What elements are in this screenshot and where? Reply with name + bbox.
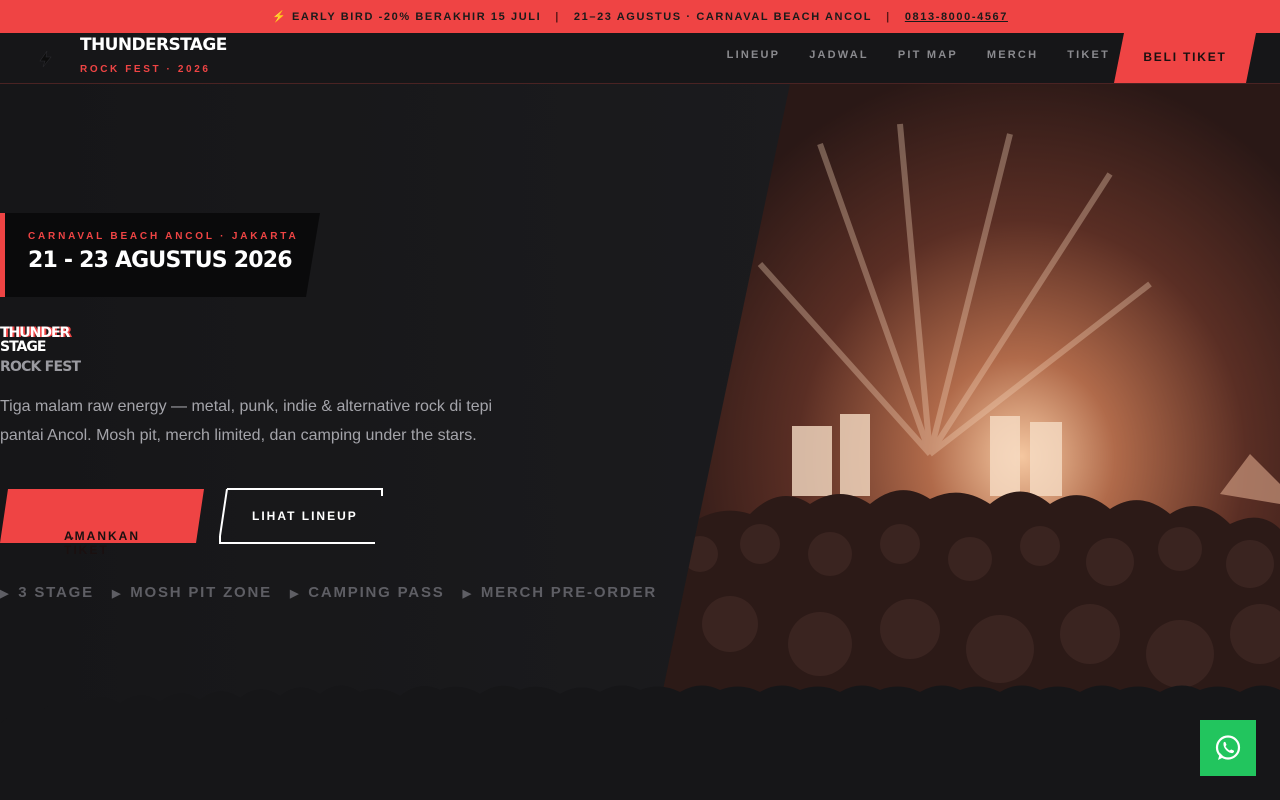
hero-description: Tiga malam raw energy — metal, punk, ind… — [0, 398, 493, 444]
feature-list: ▶ 3 STAGE ▶ MOSH PIT ZONE ▶ CAMPING PASS ▶ M… — [0, 584, 657, 601]
promo-separator: | — [886, 10, 891, 23]
promo-offer: EARLY BIRD -20% BERAKHIR 15 JULI — [291, 10, 542, 23]
nav-link-tiket[interactable]: TIKET — [1067, 49, 1110, 61]
play-icon: ▶ — [462, 588, 473, 600]
view-lineup-button[interactable]: LIHAT LINEUP — [218, 488, 384, 544]
brand-name[interactable]: THUNDERSTAGE — [80, 35, 227, 55]
nav-link-merch[interactable]: MERCH — [987, 49, 1038, 61]
play-icon: ▶ — [0, 588, 11, 600]
hero-section: CARNAVAL BEACH ANCOL · JAKARTA 21 - 23 A… — [0, 84, 1280, 800]
brand-subtitle: ROCK FEST · 2026 — [80, 64, 211, 75]
nav-link-jadwal[interactable]: JADWAL — [809, 49, 869, 61]
whatsapp-icon — [1215, 735, 1241, 760]
buy-ticket-label: BELI TIKET — [1143, 50, 1227, 64]
nav-menu: LINEUP JADWAL PIT MAP MERCH TIKET — [727, 49, 1110, 61]
nav-link-pit-map[interactable]: PIT MAP — [898, 49, 958, 61]
whatsapp-button[interactable] — [1200, 720, 1256, 776]
promo-separator: | — [555, 10, 560, 23]
view-lineup-label: LIHAT LINEUP — [252, 509, 358, 523]
promo-bar: ⚡ EARLY BIRD -20% BERAKHIR 15 JULI | 21–… — [0, 0, 1280, 33]
feature-item: ▶ CAMPING PASS — [289, 584, 445, 601]
play-icon: ▶ — [289, 588, 301, 600]
hero-title-line-3: ROCK FEST — [0, 359, 81, 375]
feature-item: ▶ MOSH PIT ZONE — [111, 584, 272, 601]
main-nav: THUNDERSTAGE ROCK FEST · 2026 LINEUP JAD… — [0, 33, 1280, 84]
feature-item: ▶ 3 STAGE — [0, 584, 94, 601]
nav-link-lineup[interactable]: LINEUP — [727, 49, 781, 61]
lightning-icon[interactable] — [36, 49, 56, 69]
buy-ticket-button[interactable]: BELI TIKET — [1114, 33, 1256, 83]
bolt-icon: ⚡ — [272, 11, 288, 23]
play-icon: ▶ — [111, 588, 123, 600]
event-dates: 21 - 23 AGUSTUS 2026 — [28, 248, 293, 273]
secure-ticket-label: AMANKAN TIKET → — [64, 529, 140, 557]
promo-phone-link[interactable]: 0813-8000-4567 — [905, 11, 1008, 23]
feature-item: ▶ MERCH PRE-ORDER — [462, 584, 658, 601]
event-location: CARNAVAL BEACH ANCOL · JAKARTA — [28, 231, 299, 242]
promo-event: 21–23 AGUSTUS · CARNAVAL BEACH ANCOL — [573, 10, 873, 23]
hero-title-line-1: THUNDER — [0, 325, 70, 341]
arrow-right-icon: → — [64, 529, 78, 543]
secure-ticket-button[interactable]: AMANKAN TIKET → — [0, 489, 204, 557]
hero-title-line-2: STAGE — [0, 339, 46, 355]
